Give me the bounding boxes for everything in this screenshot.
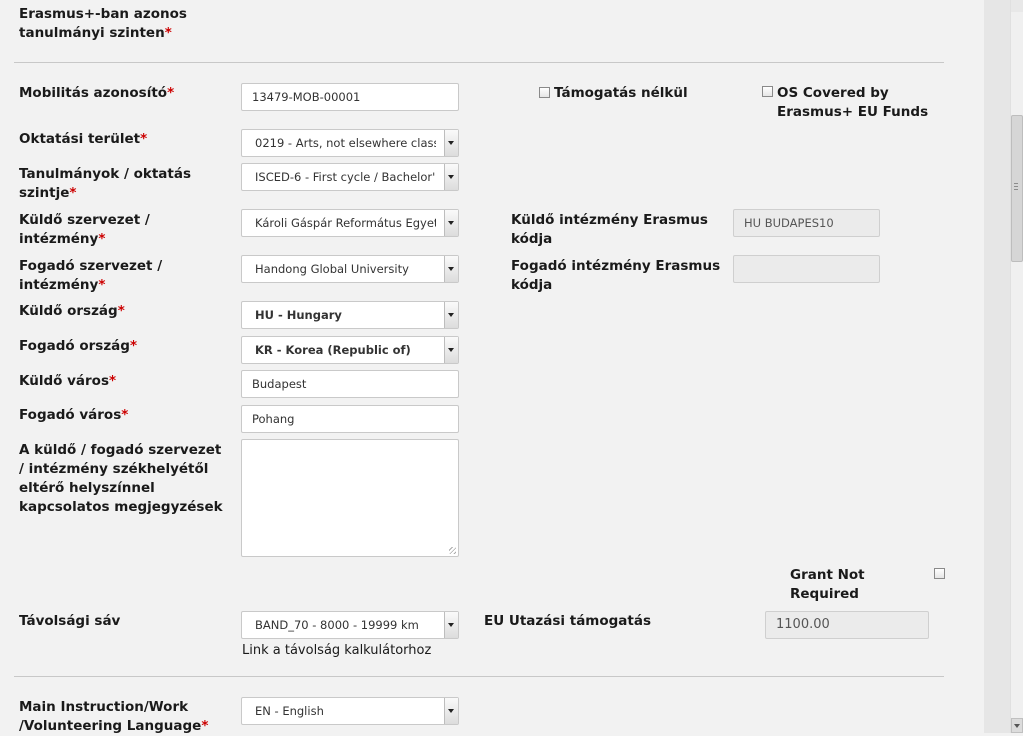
chevron-down-icon[interactable] — [444, 210, 458, 236]
remarks-label: A küldő / fogadó szervezet / intézmény s… — [19, 442, 223, 515]
no-grant-label: Támogatás nélkül — [554, 85, 688, 101]
study-level-select[interactable]: ISCED-6 - First cycle / Bachelor' — [241, 163, 459, 191]
resize-grip-icon[interactable] — [449, 547, 456, 554]
scroll-up-arrow-icon[interactable] — [1011, 0, 1023, 12]
chevron-down-icon[interactable] — [444, 612, 458, 638]
field-of-education-value: 0219 - Arts, not elsewhere class — [255, 136, 436, 150]
sending-erasmus-code-label: Küldő intézmény Erasmus kódja — [511, 212, 708, 247]
receiving-country-select[interactable]: KR - Korea (Republic of) — [241, 336, 459, 364]
page-gutter — [984, 0, 1010, 733]
section-divider — [14, 676, 944, 677]
remarks-textarea[interactable] — [241, 439, 459, 557]
sending-erasmus-code-field: HU BUDAPES10 — [733, 209, 880, 237]
eu-travel-grant-field: 1100.00 — [765, 611, 929, 639]
receiving-city-input[interactable]: Pohang — [241, 405, 459, 433]
sending-org-label: Küldő szervezet / intézmény* — [19, 212, 150, 247]
main-language-label: Main Instruction/Work /Volunteering Lang… — [19, 699, 209, 734]
main-language-select[interactable]: EN - English — [241, 697, 459, 725]
receiving-erasmus-code-field — [733, 255, 880, 283]
grant-not-required-checkbox[interactable] — [934, 568, 945, 579]
sending-org-select[interactable]: Károli Gáspár Református Egyeter — [241, 209, 459, 237]
receiving-org-value: Handong Global University — [255, 262, 409, 276]
field-of-education-select[interactable]: 0219 - Arts, not elsewhere class — [241, 129, 459, 157]
sending-country-select[interactable]: HU - Hungary — [241, 301, 459, 329]
sending-org-value: Károli Gáspár Református Egyeter — [255, 216, 436, 230]
chevron-down-icon[interactable] — [444, 164, 458, 190]
sending-city-label: Küldő város* — [19, 373, 117, 389]
chevron-down-icon[interactable] — [444, 698, 458, 724]
sending-city-input[interactable]: Budapest — [241, 370, 459, 398]
scroll-down-arrow-icon[interactable] — [1011, 718, 1023, 733]
receiving-country-label: Fogadó ország* — [19, 338, 138, 354]
distance-band-value: BAND_70 - 8000 - 19999 km — [255, 618, 419, 632]
main-language-value: EN - English — [255, 704, 324, 718]
field-of-education-label: Oktatási terület* — [19, 131, 148, 147]
receiving-city-label: Fogadó város* — [19, 407, 129, 423]
os-covered-label: OS Covered by Erasmus+ EU Funds — [777, 85, 929, 120]
sending-country-label: Küldő ország* — [19, 303, 125, 319]
receiving-org-select[interactable]: Handong Global University — [241, 255, 459, 283]
scrollbar-grip-icon — [1014, 183, 1018, 191]
receiving-org-label: Fogadó szervezet / intézmény* — [19, 258, 163, 293]
top-partial-label: Erasmus+-ban azonos tanulmányi szinten* — [19, 6, 187, 41]
receiving-country-value: KR - Korea (Republic of) — [255, 343, 411, 357]
receiving-erasmus-code-label: Fogadó intézmény Erasmus kódja — [511, 258, 721, 293]
chevron-down-icon[interactable] — [444, 130, 458, 156]
mobility-id-label: Mobilitás azonosító* — [19, 85, 175, 101]
scrollbar-track[interactable] — [1010, 0, 1023, 733]
study-level-value: ISCED-6 - First cycle / Bachelor' — [255, 170, 436, 184]
eu-travel-grant-label: EU Utazási támogatás — [484, 613, 652, 629]
chevron-down-icon[interactable] — [444, 302, 458, 328]
chevron-down-icon[interactable] — [444, 256, 458, 282]
distance-calculator-link[interactable]: Link a távolság kalkulátorhoz — [242, 643, 431, 658]
section-divider — [14, 62, 944, 63]
grant-not-required-label: Grant Not Required — [790, 567, 865, 602]
chevron-down-icon[interactable] — [444, 337, 458, 363]
distance-band-label: Távolsági sáv — [19, 613, 121, 629]
distance-band-select[interactable]: BAND_70 - 8000 - 19999 km — [241, 611, 459, 639]
mobility-id-input[interactable]: 13479-MOB-00001 — [241, 83, 459, 111]
no-grant-checkbox[interactable] — [539, 87, 550, 98]
study-level-label: Tanulmányok / oktatás szintje* — [19, 166, 192, 201]
os-covered-checkbox[interactable] — [762, 86, 773, 97]
sending-country-value: HU - Hungary — [255, 308, 342, 322]
